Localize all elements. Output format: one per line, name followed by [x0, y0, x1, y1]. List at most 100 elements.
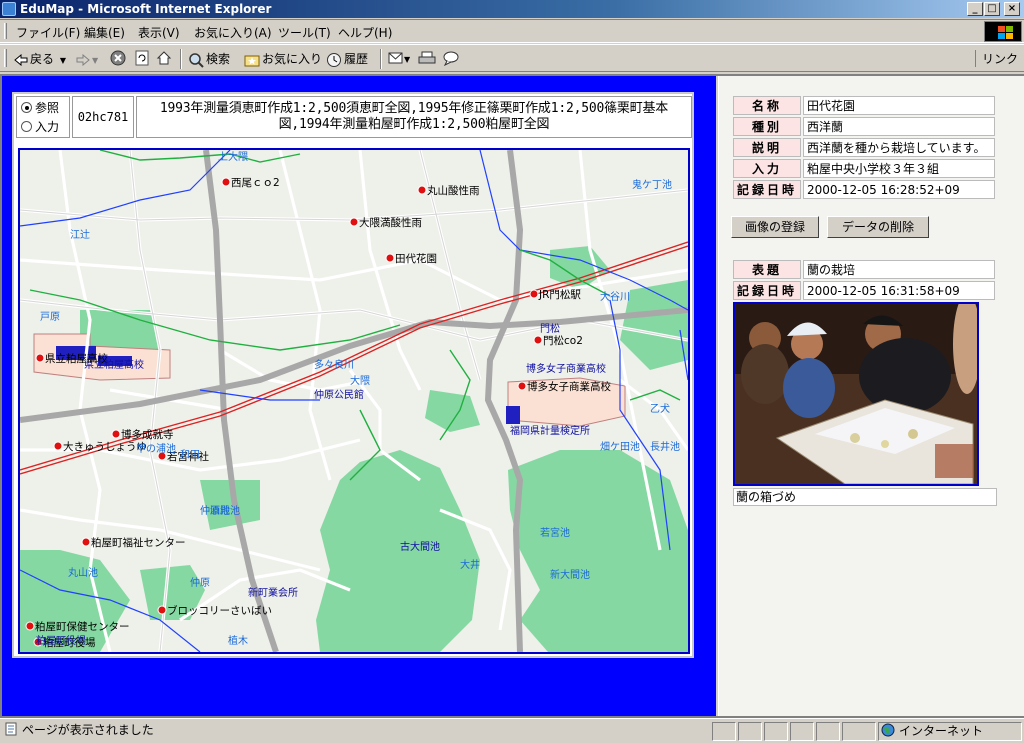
map-marker[interactable]: 大隈満酸性雨 [349, 216, 422, 229]
security-zone[interactable]: インターネット [878, 722, 1022, 741]
detail-key: 入力 [733, 159, 802, 178]
menu-file[interactable]: ファイル(F) [16, 24, 80, 41]
mode-selector: 参照 入力 [16, 96, 70, 138]
facility-place-name: 仲原公民館 [314, 388, 364, 401]
status-message: ページが表示されました [2, 722, 708, 741]
detail-row: 説明 西洋蘭を種から栽培しています。 [733, 138, 995, 157]
menu-tools[interactable]: ツール(T) [278, 24, 331, 41]
status-cell-4 [790, 722, 814, 741]
map-marker[interactable]: ブロッコリーさいばい [157, 604, 272, 617]
map-canvas[interactable]: 西尾ｃｏ2 丸山酸性雨 大隈満酸性雨 田代花園 JR門松駅 門松co2 博多女子商業高校 県立… [18, 148, 690, 654]
menu-view[interactable]: 表示(V) [138, 24, 180, 41]
marker-pin-icon[interactable] [221, 177, 231, 187]
map-source-text: 1993年測量須恵町作成1:2,500須恵町全図,1995年修正篠栗町作成1:2… [136, 96, 692, 138]
marker-pin-icon[interactable] [349, 217, 359, 227]
marker-pin-icon[interactable] [25, 621, 35, 631]
menu-edit[interactable]: 編集(E) [84, 24, 125, 41]
water-place-name: 乙犬 [650, 402, 670, 415]
map-marker[interactable]: 大きゅうしょうゆ [53, 440, 147, 453]
register-image-button[interactable]: 画像の登録 [731, 216, 819, 238]
marker-pin-icon[interactable] [517, 381, 527, 391]
marker-pin-icon[interactable] [157, 605, 167, 615]
favorites-label: お気に入り [262, 52, 323, 66]
mode-ref-radio[interactable]: 参照 [21, 100, 59, 116]
forward-button[interactable]: ▼ [76, 50, 98, 68]
stop-icon [110, 50, 126, 66]
marker-label[interactable]: 博多女子商業高校 [527, 380, 611, 393]
marker-label[interactable]: 粕屋町福祉センター [91, 536, 186, 549]
marker-pin-icon[interactable] [533, 335, 543, 345]
mail-button[interactable]: ▼ [388, 50, 411, 68]
marker-label[interactable]: 門松co2 [543, 334, 583, 347]
water-place-name: 大井 [460, 558, 480, 571]
detail-value: 西洋蘭 [803, 117, 995, 136]
marker-label[interactable]: 大きゅうしょうゆ [63, 440, 147, 453]
menu-favorites[interactable]: お気に入り(A) [194, 24, 272, 41]
discuss-icon [443, 51, 459, 67]
marker-pin-icon[interactable] [385, 253, 395, 263]
close-button[interactable]: × [1004, 2, 1020, 16]
status-text: ページが表示されました [22, 723, 154, 737]
favorites-folder-icon [244, 55, 260, 66]
photo-image[interactable] [733, 302, 979, 486]
marker-pin-icon[interactable] [111, 429, 121, 439]
search-icon [189, 52, 204, 68]
water-place-name: 多々良川 [314, 358, 354, 371]
minimize-button[interactable]: _ [967, 2, 983, 16]
home-icon [156, 51, 172, 65]
map-marker[interactable]: 粕屋町保健センター [25, 620, 130, 633]
marker-pin-icon[interactable] [417, 185, 427, 195]
facility-place-name: 新町業会所 [248, 586, 298, 599]
marker-pin-icon[interactable] [53, 441, 63, 451]
status-cell-6 [842, 722, 876, 741]
ie-app-icon[interactable] [2, 2, 16, 16]
map-svg[interactable]: 西尾ｃｏ2 丸山酸性雨大隈満酸性雨田代花園 JR門松駅門松co2 博多女子商業高校 県立… [20, 150, 688, 652]
marker-label[interactable]: 丸山酸性雨 [427, 184, 480, 197]
marker-pin-icon[interactable] [35, 353, 45, 363]
links-label[interactable]: リンク [974, 50, 1018, 67]
marker-label[interactable]: 粕屋町保健センター [35, 620, 130, 633]
refresh-button[interactable] [134, 50, 150, 68]
facility-place-name: 博多女子商業高校 [526, 362, 606, 375]
zone-label: インターネット [899, 724, 984, 738]
map-header: 参照 入力 02hc781 1993年測量須恵町作成1:2,500須恵町全図,1… [16, 96, 692, 138]
map-marker[interactable]: 博多女子商業高校 [517, 380, 611, 393]
facility-place-name: 門松 [540, 322, 560, 335]
detail-value: 粕屋中央小学校３年３組 [803, 159, 995, 178]
water-place-name: 大谷川 [600, 290, 630, 303]
marker-label[interactable]: JR門松駅 [538, 288, 581, 301]
map-marker[interactable]: 博多成就寺 [111, 428, 174, 441]
water-place-name: 畑ケ田池 [600, 440, 640, 453]
status-bar: ページが表示されました インターネット [0, 718, 1024, 743]
marker-label[interactable]: ブロッコリーさいばい [167, 604, 272, 617]
back-button[interactable]: 戻る ▼ [14, 50, 66, 68]
detail-row: 入力 粕屋中央小学校３年３組 [733, 159, 995, 178]
stop-button[interactable] [110, 50, 126, 68]
marker-label[interactable]: 田代花園 [395, 252, 437, 265]
discuss-button[interactable] [442, 50, 460, 68]
marker-label[interactable]: 西尾ｃｏ2 [231, 177, 280, 189]
map-marker[interactable]: 丸山酸性雨 [417, 184, 480, 197]
facility-place-name: 粕屋町役場 [36, 634, 86, 647]
toolbar-grip[interactable] [4, 49, 7, 67]
map-id: 02hc781 [72, 96, 134, 138]
title-bar: EduMap - Microsoft Internet Explorer _ □… [0, 0, 1024, 18]
search-button[interactable]: 検索 [188, 50, 230, 68]
svg-text:▼: ▼ [404, 55, 410, 64]
marker-label[interactable]: 大隈満酸性雨 [359, 216, 422, 229]
maximize-button[interactable]: □ [984, 2, 1000, 16]
back-arrow-icon [14, 53, 28, 66]
favorites-button[interactable]: お気に入り [244, 50, 322, 68]
print-button[interactable] [418, 50, 436, 68]
menu-help[interactable]: ヘルプ(H) [338, 24, 392, 41]
mode-input-radio[interactable]: 入力 [21, 119, 59, 135]
home-button[interactable] [156, 50, 172, 68]
delete-data-button[interactable]: データの削除 [827, 216, 929, 238]
map-marker[interactable]: 粕屋町福祉センター [81, 536, 186, 549]
marker-pin-icon[interactable] [529, 289, 539, 299]
marker-label[interactable]: 博多成就寺 [121, 428, 174, 441]
marker-pin-icon[interactable] [81, 537, 91, 547]
history-button[interactable]: 履歴 [326, 50, 368, 68]
menu-grip[interactable] [4, 23, 7, 39]
map-marker[interactable]: 西尾ｃｏ2 [221, 177, 280, 189]
